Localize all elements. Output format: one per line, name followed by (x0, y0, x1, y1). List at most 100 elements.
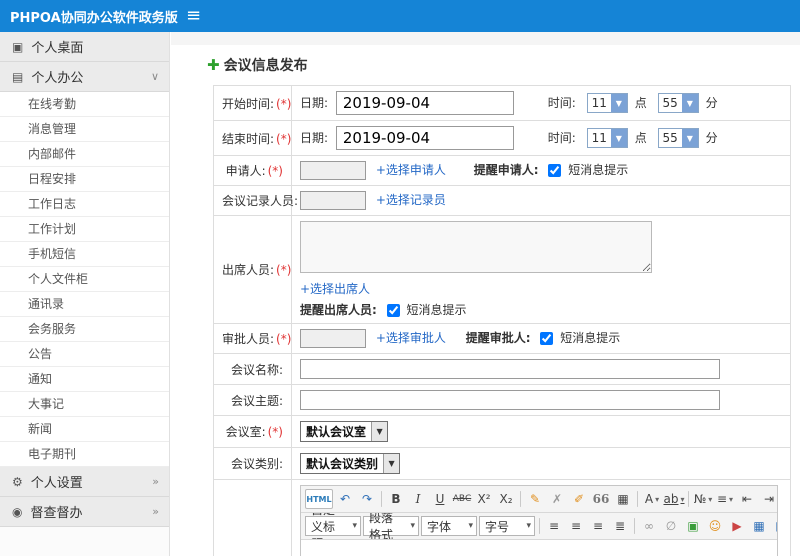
font-color-icon[interactable]: A (642, 489, 662, 509)
minute-unit-label: 分 (705, 95, 718, 110)
custom-title-select[interactable]: 自定义标题 (305, 513, 361, 539)
sidebar-item[interactable]: 消息管理 (0, 117, 169, 142)
meeting-name-input[interactable] (300, 359, 720, 379)
media-icon[interactable]: ▶ (727, 516, 747, 536)
minute-unit-label: 分 (705, 130, 718, 145)
briefcase-icon: ▤ (12, 69, 24, 84)
sidebar-item[interactable]: 手机短信 (0, 242, 169, 267)
html-source-button[interactable]: HTML (305, 489, 333, 509)
start-date-input[interactable] (335, 91, 514, 115)
align-justify-icon[interactable]: ≣ (610, 516, 630, 536)
end-hour-select[interactable]: 11 ▼ (586, 128, 628, 148)
sidebar-item[interactable]: 日程安排 (0, 167, 169, 192)
redo-icon[interactable]: ↷ (357, 489, 377, 509)
meeting-room-select[interactable]: 默认会议室 ▼ (300, 421, 389, 442)
meeting-topic-input[interactable] (300, 390, 720, 410)
start-minute-select[interactable]: 55 ▼ (657, 93, 699, 113)
sidebar-item[interactable]: 新闻 (0, 417, 169, 442)
select-approver-link[interactable]: +选择审批人 (376, 331, 446, 345)
link-icon[interactable]: ∞ (639, 516, 659, 536)
table-icon[interactable]: ▦ (749, 516, 769, 536)
sidebar-item[interactable]: 通知 (0, 367, 169, 392)
meeting-category-select[interactable]: 默认会议类别 ▼ (300, 453, 401, 474)
unlink-icon[interactable]: ∅ (661, 516, 681, 536)
outdent-icon[interactable]: ⇤ (737, 489, 757, 509)
sidebar-item[interactable]: 通讯录 (0, 292, 169, 317)
format-painter-icon[interactable]: ✎ (525, 489, 545, 509)
sidebar-item[interactable]: 公告 (0, 342, 169, 367)
menu-icon[interactable]: ≡ (186, 0, 201, 32)
dropdown-arrow-icon: ▼ (371, 422, 388, 441)
start-hour-select[interactable]: 11 ▼ (586, 93, 628, 113)
insert-date-icon[interactable]: ▦ (613, 489, 633, 509)
end-date-input[interactable] (335, 126, 514, 150)
paragraph-format-select[interactable]: 段落格式 (363, 513, 419, 539)
dropdown-arrow-icon: ▼ (610, 129, 627, 147)
sidebar-item[interactable]: 内部邮件 (0, 142, 169, 167)
applicant-input[interactable] (300, 161, 366, 180)
ordered-list-icon[interactable]: № (693, 489, 713, 509)
unordered-list-icon[interactable]: ≡ (715, 489, 735, 509)
sidebar-item[interactable]: 工作日志 (0, 192, 169, 217)
align-left-icon[interactable]: ≡ (544, 516, 564, 536)
toolbar-separator (381, 491, 382, 507)
remove-format-icon[interactable]: ✗ (547, 489, 567, 509)
select-recorder-link[interactable]: +选择记录员 (376, 193, 446, 207)
italic-icon[interactable]: I (408, 489, 428, 509)
sidebar-item[interactable]: 大事记 (0, 392, 169, 417)
undo-icon[interactable]: ↶ (335, 489, 355, 509)
required-mark: (*) (276, 332, 292, 346)
form-row-editor: HTML↶↷BIUABCX²X₂✎✗✐66▦Aab№≡⇤⇥▯⊞ 自定义标题段落格… (213, 479, 791, 556)
approver-label: 审批人员: (*) (213, 323, 292, 354)
main-content: ✚ 会议信息发布 开始时间:(*) 日期: 时间: 11▼ 点 55▼ 分 结束… (171, 32, 800, 556)
sidebar-label-desktop: 个人桌面 (31, 41, 84, 56)
align-center-icon[interactable]: ≡ (566, 516, 586, 536)
sidebar-item-settings[interactable]: ⚙ 个人设置 » (0, 467, 169, 497)
approver-input[interactable] (300, 329, 366, 348)
subscript-icon[interactable]: X₂ (496, 489, 516, 509)
bold-icon[interactable]: B (386, 489, 406, 509)
emoticon-icon[interactable]: ☺ (705, 516, 725, 536)
sidebar-item-desktop[interactable]: ▣ 个人桌面 (0, 32, 169, 62)
grid-icon[interactable]: ▦ (771, 516, 777, 536)
monitor-icon: ◉ (12, 504, 23, 519)
approver-sms-checkbox[interactable] (540, 332, 554, 345)
applicant-sms-checkbox[interactable] (548, 164, 562, 177)
editor-toolbar-row1: HTML↶↷BIUABCX²X₂✎✗✐66▦Aab№≡⇤⇥▯⊞ (301, 486, 777, 513)
indent-icon[interactable]: ⇥ (759, 489, 777, 509)
image-icon[interactable]: ▣ (683, 516, 703, 536)
sidebar-item[interactable]: 电子期刊 (0, 442, 169, 467)
superscript-icon[interactable]: X² (474, 489, 494, 509)
sidebar-label-office: 个人办公 (31, 71, 84, 86)
editor-content[interactable] (301, 540, 777, 556)
background-color-icon[interactable]: ab (664, 489, 684, 509)
end-minute-select[interactable]: 55 ▼ (657, 128, 699, 148)
form-row-end-time: 结束时间:(*) 日期: 时间: 11▼ 点 55▼ 分 (213, 120, 791, 156)
end-time-label: 结束时间: (*) (213, 120, 292, 156)
font-family-select[interactable]: 字体 (421, 516, 477, 536)
attendee-sms-checkbox[interactable] (386, 304, 400, 317)
highlighter-icon[interactable]: ✐ (569, 489, 589, 509)
form-row-attendees: 出席人员: (*) +选择出席人 提醒出席人员: 短消息提示 (213, 215, 791, 324)
sidebar-item[interactable]: 工作计划 (0, 217, 169, 242)
sidebar-item[interactable]: 个人文件柜 (0, 267, 169, 292)
sidebar-item-office[interactable]: ▤ 个人办公 ∨ (0, 62, 169, 92)
underline-icon[interactable]: U (430, 489, 450, 509)
form-row-meeting-category: 会议类别: 默认会议类别 ▼ (213, 447, 791, 480)
gear-icon: ⚙ (12, 474, 23, 489)
sidebar-item[interactable]: 会务服务 (0, 317, 169, 342)
blockquote-icon[interactable]: 66 (591, 489, 611, 509)
attendees-textarea[interactable] (300, 221, 652, 273)
editor-label-empty (213, 479, 292, 556)
date-label: 日期: (300, 95, 329, 110)
recorder-input[interactable] (300, 191, 366, 210)
font-size-select[interactable]: 字号 (479, 516, 535, 536)
select-applicant-link[interactable]: +选择申请人 (376, 163, 446, 177)
sidebar-item-supervise[interactable]: ◉ 督查督办 » (0, 497, 169, 527)
sidebar-item[interactable]: 在线考勤 (0, 92, 169, 117)
start-time-label: 开始时间: (*) (213, 85, 292, 121)
strikethrough-icon[interactable]: ABC (452, 489, 472, 509)
align-right-icon[interactable]: ≡ (588, 516, 608, 536)
select-attendee-link[interactable]: +选择出席人 (300, 282, 370, 296)
app-window: PHPOA协同办公软件政务版 ≡ ▣ 个人桌面 ▤ 个人办公 ∨ 在线考勤 消息管… (0, 0, 800, 556)
